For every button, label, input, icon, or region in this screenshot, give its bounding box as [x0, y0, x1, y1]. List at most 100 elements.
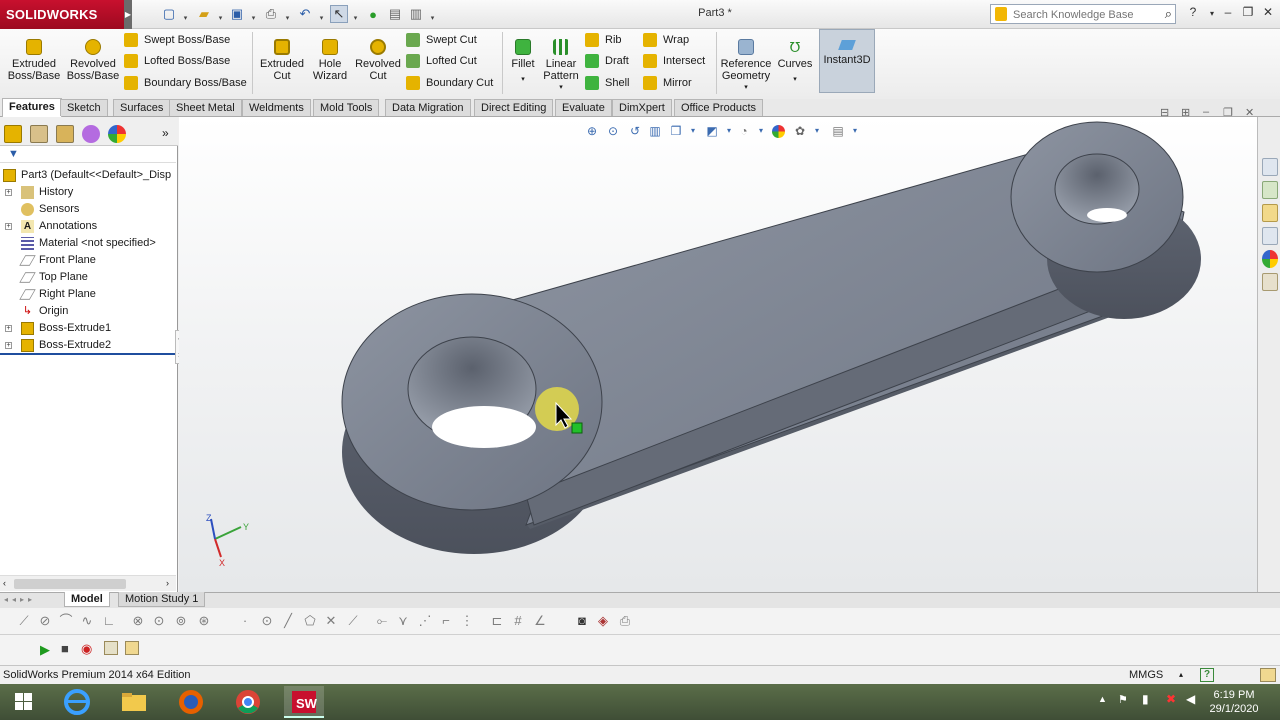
property-manager-tab-icon[interactable] — [30, 125, 48, 143]
select-dropdown-icon[interactable]: ▾ — [352, 9, 359, 27]
mirror-button[interactable]: Mirror — [643, 74, 692, 92]
tree-item-material[interactable]: Material <not specified> — [0, 235, 176, 252]
open-dropdown-icon[interactable]: ▾ — [217, 9, 224, 27]
tab-scroll-arrows-icon[interactable]: ◂◂▸▸ — [4, 595, 36, 604]
options-dropdown-icon[interactable]: ▾ — [429, 9, 436, 27]
undo-dropdown-icon[interactable]: ▾ — [318, 9, 325, 27]
dimension-icon[interactable]: ⊏ — [489, 613, 505, 629]
tree-item-boss-extrude1[interactable]: + Boss-Extrude1 — [0, 320, 176, 337]
hole-wizard-button[interactable]: Hole Wizard — [308, 33, 352, 93]
extruded-boss-button[interactable]: Extruded Boss/Base — [6, 33, 62, 93]
undo-icon[interactable]: ↶ — [296, 5, 314, 23]
part-model-view[interactable]: Y Z X — [179, 117, 1257, 592]
curves-dropdown-icon[interactable]: ▾ — [776, 74, 814, 86]
tab-evaluate[interactable]: Evaluate — [555, 99, 612, 116]
lofted-boss-button[interactable]: Lofted Boss/Base — [124, 52, 230, 70]
revolved-cut-button[interactable]: Revolved Cut — [352, 33, 404, 93]
tab-features[interactable]: Features — [2, 98, 62, 117]
tree-root-part3[interactable]: Part3 (Default<<Default>_Disp — [0, 167, 176, 184]
viewport-tile-icon[interactable]: ⊟ — [1160, 106, 1169, 119]
line-tool-icon[interactable]: ╱ — [280, 613, 296, 629]
windows-start-button[interactable] — [3, 686, 43, 718]
instant3d-button[interactable]: Instant3D — [819, 29, 875, 93]
scroll-left-icon[interactable]: ‹ — [3, 578, 6, 588]
boundary-cut-button[interactable]: Boundary Cut — [406, 74, 493, 92]
extrude-tool-icon[interactable]: ⊗ — [130, 613, 146, 629]
tab-sheet-metal[interactable]: Sheet Metal — [169, 99, 242, 116]
file-explorer-taskbar-icon[interactable] — [114, 686, 154, 718]
extend-tool-icon[interactable]: ⟋ — [345, 613, 361, 629]
dimxpert-manager-tab-icon[interactable] — [82, 125, 100, 143]
tab-surfaces[interactable]: Surfaces — [113, 99, 171, 116]
viewport-close-icon[interactable]: ✕ — [1245, 106, 1254, 119]
help-icon[interactable]: ? — [1184, 5, 1202, 23]
custom-properties-icon[interactable] — [1262, 273, 1278, 291]
tree-item-boss-extrude2[interactable]: + Boss-Extrude2 — [0, 337, 176, 354]
tab-mold-tools[interactable]: Mold Tools — [313, 99, 380, 116]
search-input[interactable] — [1013, 7, 1153, 22]
file-properties-icon[interactable]: ▤ — [386, 5, 404, 23]
wrap-button[interactable]: Wrap — [643, 31, 689, 49]
loft-tool-icon[interactable]: ⊛ — [196, 613, 212, 629]
reference-geometry-dropdown-icon[interactable]: ▾ — [720, 82, 772, 94]
new-dropdown-icon[interactable]: ▾ — [182, 9, 189, 27]
new-document-icon[interactable]: ▢ — [160, 5, 178, 23]
panel-expand-icon[interactable]: » — [162, 126, 169, 140]
expand-icon[interactable]: + — [5, 342, 12, 349]
lofted-cut-button[interactable]: Lofted Cut — [406, 52, 477, 70]
scroll-right-icon[interactable]: › — [166, 578, 169, 588]
swept-boss-button[interactable]: Swept Boss/Base — [124, 31, 230, 49]
internet-explorer-taskbar-icon[interactable] — [57, 686, 97, 718]
grid-icon[interactable]: # — [510, 613, 526, 629]
tree-item-origin[interactable]: ↳ Origin — [0, 303, 176, 320]
tree-item-front-plane[interactable]: Front Plane — [0, 252, 176, 269]
sweep-tool-icon[interactable]: ⊚ — [173, 613, 189, 629]
feature-manager-tab-icon[interactable] — [4, 125, 22, 143]
tab-dimxpert[interactable]: DimXpert — [612, 99, 672, 116]
tree-filter[interactable]: ▼ — [0, 147, 176, 163]
mirror-sketch-icon[interactable]: ⋎ — [395, 613, 411, 629]
play-icon[interactable]: ▶ — [40, 642, 50, 658]
angle-icon[interactable]: ∠ — [532, 613, 548, 629]
trim-tool-icon[interactable]: ✕ — [323, 613, 339, 629]
revolved-boss-button[interactable]: Revolved Boss/Base — [64, 33, 122, 93]
arc-tool-icon[interactable]: ⌒ — [58, 613, 74, 629]
unit-dropdown-icon[interactable]: ▴ — [1179, 666, 1183, 684]
camera-icon[interactable]: ◙ — [574, 613, 590, 629]
circle-tool-icon[interactable]: ⊘ — [37, 613, 53, 629]
graphics-area[interactable]: ⊕ ⊙ ↺ ▥ ❒ ▾ ◩ ▾ ◔ ▾ ✿ ▾ ▤ ▾ Y Z X — [179, 117, 1257, 592]
reference-geometry-button[interactable]: Reference Geometry ▾ — [720, 33, 772, 93]
file-explorer-icon[interactable] — [1262, 204, 1278, 222]
firefox-taskbar-icon[interactable] — [171, 686, 211, 718]
print-dropdown-icon[interactable]: ▾ — [284, 9, 291, 27]
options-icon[interactable]: ▥ — [407, 5, 425, 23]
solidworks-taskbar-icon[interactable]: SW — [284, 686, 324, 718]
spline-tool-icon[interactable]: ∿ — [79, 613, 95, 629]
tray-flag-icon[interactable]: ⚑ — [1118, 693, 1128, 706]
rebuild-icon[interactable]: ● — [364, 5, 382, 23]
print-view-icon[interactable]: ⎙ — [617, 613, 633, 629]
fillet-dropdown-icon[interactable]: ▾ — [506, 74, 540, 86]
tab-data-migration[interactable]: Data Migration — [385, 99, 471, 116]
tray-network-icon[interactable]: ▮ — [1142, 692, 1149, 706]
restore-icon[interactable]: ❐ — [1239, 5, 1257, 23]
construction-line-icon[interactable]: ⋮ — [459, 613, 475, 629]
tab-office-products[interactable]: Office Products — [674, 99, 763, 116]
close-icon[interactable]: ✕ — [1259, 5, 1277, 23]
configuration-manager-tab-icon[interactable] — [56, 125, 74, 143]
tree-item-history[interactable]: + History — [0, 184, 176, 201]
viewport-split-icon[interactable]: ⊞ — [1181, 106, 1190, 119]
polygon-tool-icon[interactable]: ⬠ — [302, 613, 318, 629]
expand-icon[interactable]: + — [5, 325, 12, 332]
viewport-restore-icon[interactable]: ❐ — [1223, 106, 1233, 119]
unit-system-selector[interactable]: MMGS — [1129, 666, 1163, 684]
linear-pattern-dropdown-icon[interactable]: ▾ — [540, 82, 582, 94]
tree-item-annotations[interactable]: + A Annotations — [0, 218, 176, 235]
rollback-bar[interactable] — [0, 353, 176, 355]
swept-cut-button[interactable]: Swept Cut — [406, 31, 477, 49]
show-hidden-icons-icon[interactable]: ▲ — [1098, 694, 1107, 704]
appearances-icon[interactable] — [1262, 250, 1278, 268]
menu-expand-icon[interactable]: ▶ — [124, 0, 132, 29]
linear-pattern-button[interactable]: Linear Pattern ▾ — [540, 33, 582, 93]
design-library-icon[interactable] — [1262, 181, 1278, 199]
